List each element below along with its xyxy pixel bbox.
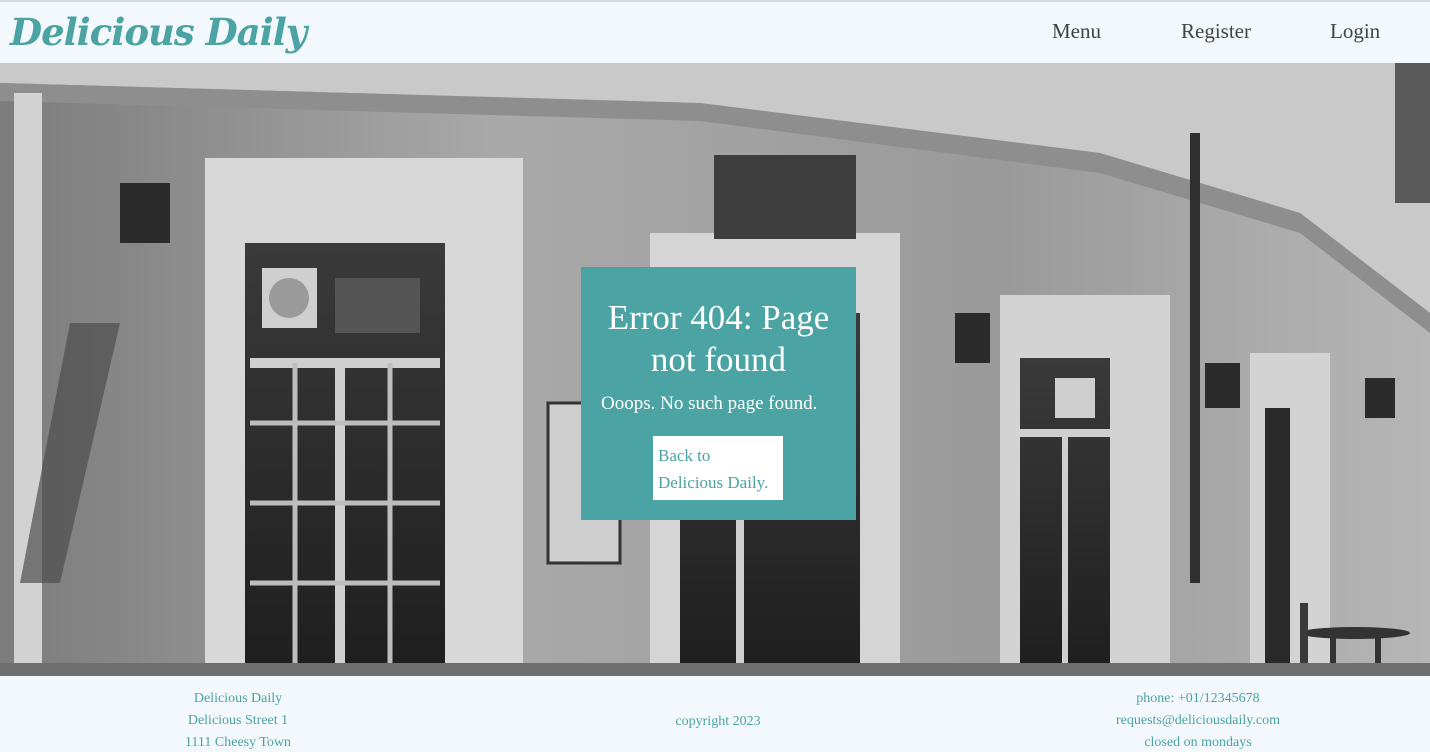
hero-background-image: Error 404: Page not found Ooops. No such… xyxy=(0,63,1430,676)
back-home-button[interactable]: Back to Delicious Daily. xyxy=(653,436,783,500)
footer-copyright: copyright 2023 xyxy=(618,711,818,733)
copyright-text: copyright 2023 xyxy=(675,714,761,729)
site-header: Delicious Daily Menu Register Login xyxy=(0,0,1430,63)
footer-address: Delicious Daily Delicious Street 1 1111 … xyxy=(138,688,338,752)
footer-email[interactable]: requests@deliciousdaily.com xyxy=(1078,710,1318,732)
site-logo[interactable]: Delicious Daily xyxy=(10,10,307,54)
footer-company-name: Delicious Daily xyxy=(193,691,283,706)
error-404-card: Error 404: Page not found Ooops. No such… xyxy=(581,267,856,520)
nav-link-menu[interactable]: Menu xyxy=(1052,19,1101,44)
nav-link-login[interactable]: Login xyxy=(1330,19,1380,44)
site-footer: Delicious Daily Delicious Street 1 1111 … xyxy=(0,676,1430,752)
footer-contact: phone: +01/12345678 requests@deliciousda… xyxy=(1078,688,1318,752)
footer-phone: phone: +01/12345678 xyxy=(1136,691,1260,706)
footer-hours: closed on mondays xyxy=(1144,735,1252,750)
error-message: Ooops. No such page found. xyxy=(601,393,818,414)
nav-link-register[interactable]: Register xyxy=(1181,19,1251,44)
footer-city: 1111 Cheesy Town xyxy=(184,735,292,750)
footer-street: Delicious Street 1 xyxy=(187,713,289,728)
error-title: Error 404: Page not found xyxy=(607,298,830,379)
